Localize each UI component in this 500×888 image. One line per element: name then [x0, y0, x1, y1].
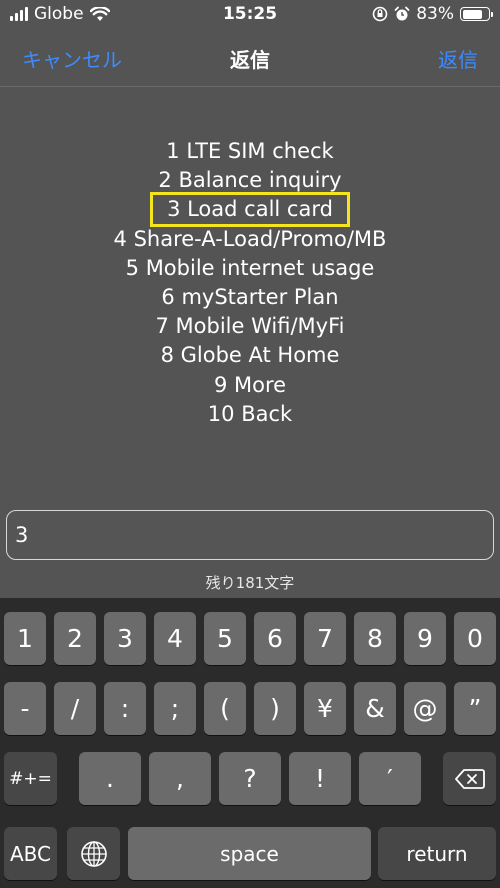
menu-item-label: 1 LTE SIM check — [166, 139, 334, 163]
symbols-mode-key[interactable]: #+= — [4, 752, 57, 805]
key[interactable]: 9 — [404, 612, 446, 665]
globe-icon — [80, 840, 107, 867]
cancel-button[interactable]: キャンセル — [22, 44, 122, 73]
delete-key[interactable] — [443, 752, 496, 805]
key[interactable]: 0 — [454, 612, 496, 665]
return-key[interactable]: return — [378, 827, 496, 880]
menu-item: 2 Balance inquiry — [0, 166, 500, 195]
ussd-menu: 1 LTE SIM check 2 Balance inquiry 3 Load c… — [0, 137, 500, 429]
menu-item: 6 myStarter Plan — [0, 283, 500, 312]
key[interactable]: ¥ — [304, 682, 346, 735]
key[interactable]: 4 — [154, 612, 196, 665]
status-bar: Globe 15:25 83% — [0, 0, 500, 30]
key[interactable]: ; — [154, 682, 196, 735]
key[interactable]: 3 — [104, 612, 146, 665]
battery-percent: 83% — [416, 4, 454, 24]
menu-item: 3 Load call card — [0, 192, 500, 228]
menu-item-label: 8 Globe At Home — [160, 343, 340, 368]
reply-button[interactable]: 返信 — [438, 44, 478, 73]
key[interactable]: 1 — [4, 612, 46, 665]
remaining-characters: 残り181文字 — [205, 574, 295, 592]
key[interactable]: ′ — [359, 752, 421, 805]
navigation-bar: キャンセル 返信 返信 — [0, 30, 500, 87]
key[interactable]: & — [354, 682, 396, 735]
keyboard: #+= ABC space return 1 2 3 4 5 6 7 8 9 0 - /:;() ¥ & @… — [0, 598, 500, 888]
key[interactable]: ! — [289, 752, 351, 805]
key[interactable]: 7 — [304, 612, 346, 665]
menu-item-label: 5 Mobile internet usage — [125, 255, 375, 280]
menu-item-label: 9 More — [213, 372, 287, 397]
menu-item-label: 6 myStarter Plan — [161, 284, 339, 309]
status-right: 83% — [372, 4, 493, 24]
reply-input[interactable] — [7, 511, 493, 559]
menu-item: 5 Mobile internet usage — [0, 254, 500, 283]
menu-item-label: 10 Back — [207, 401, 293, 426]
menu-item: 8 Globe At Home — [0, 341, 500, 370]
battery-icon — [460, 7, 493, 21]
key[interactable]: 5 — [204, 612, 246, 665]
space-key[interactable]: space — [128, 827, 371, 880]
key[interactable]: 8 — [354, 612, 396, 665]
key[interactable]: ? — [219, 752, 281, 805]
menu-item: 1 LTE SIM check — [0, 137, 500, 166]
key[interactable]: - — [4, 682, 46, 735]
reply-input-box[interactable] — [6, 510, 494, 560]
key[interactable]: / — [54, 682, 96, 735]
key[interactable]: , — [149, 752, 211, 805]
backspace-icon — [454, 768, 485, 789]
key[interactable]: ” — [454, 682, 496, 735]
menu-item-label: 2 Balance inquiry — [158, 168, 342, 193]
key[interactable]: . — [79, 752, 141, 805]
menu-item: 7 Mobile Wifi/MyFi — [0, 312, 500, 341]
menu-item: 9 More — [0, 371, 500, 400]
key[interactable]: : — [104, 682, 146, 735]
menu-item: 4 Share-A-Load/Promo/MB — [0, 225, 500, 254]
abc-key[interactable]: ABC — [4, 827, 57, 880]
key[interactable]: 2 — [54, 612, 96, 665]
battery-fill — [462, 9, 483, 19]
orientation-lock-icon — [372, 6, 388, 22]
globe-key[interactable] — [67, 827, 120, 880]
menu-item-label: 4 Share-A-Load/Promo/MB — [113, 226, 387, 251]
key[interactable]: @ — [404, 682, 446, 735]
key[interactable]: ) — [254, 682, 296, 735]
key[interactable]: ( — [204, 682, 246, 735]
menu-item: 10 Back — [0, 400, 500, 429]
key[interactable]: 6 — [254, 612, 296, 665]
menu-item-label: 7 Mobile Wifi/MyFi — [155, 314, 345, 339]
menu-item-label: 3 Load call card — [150, 192, 350, 228]
alarm-icon — [394, 6, 410, 21]
